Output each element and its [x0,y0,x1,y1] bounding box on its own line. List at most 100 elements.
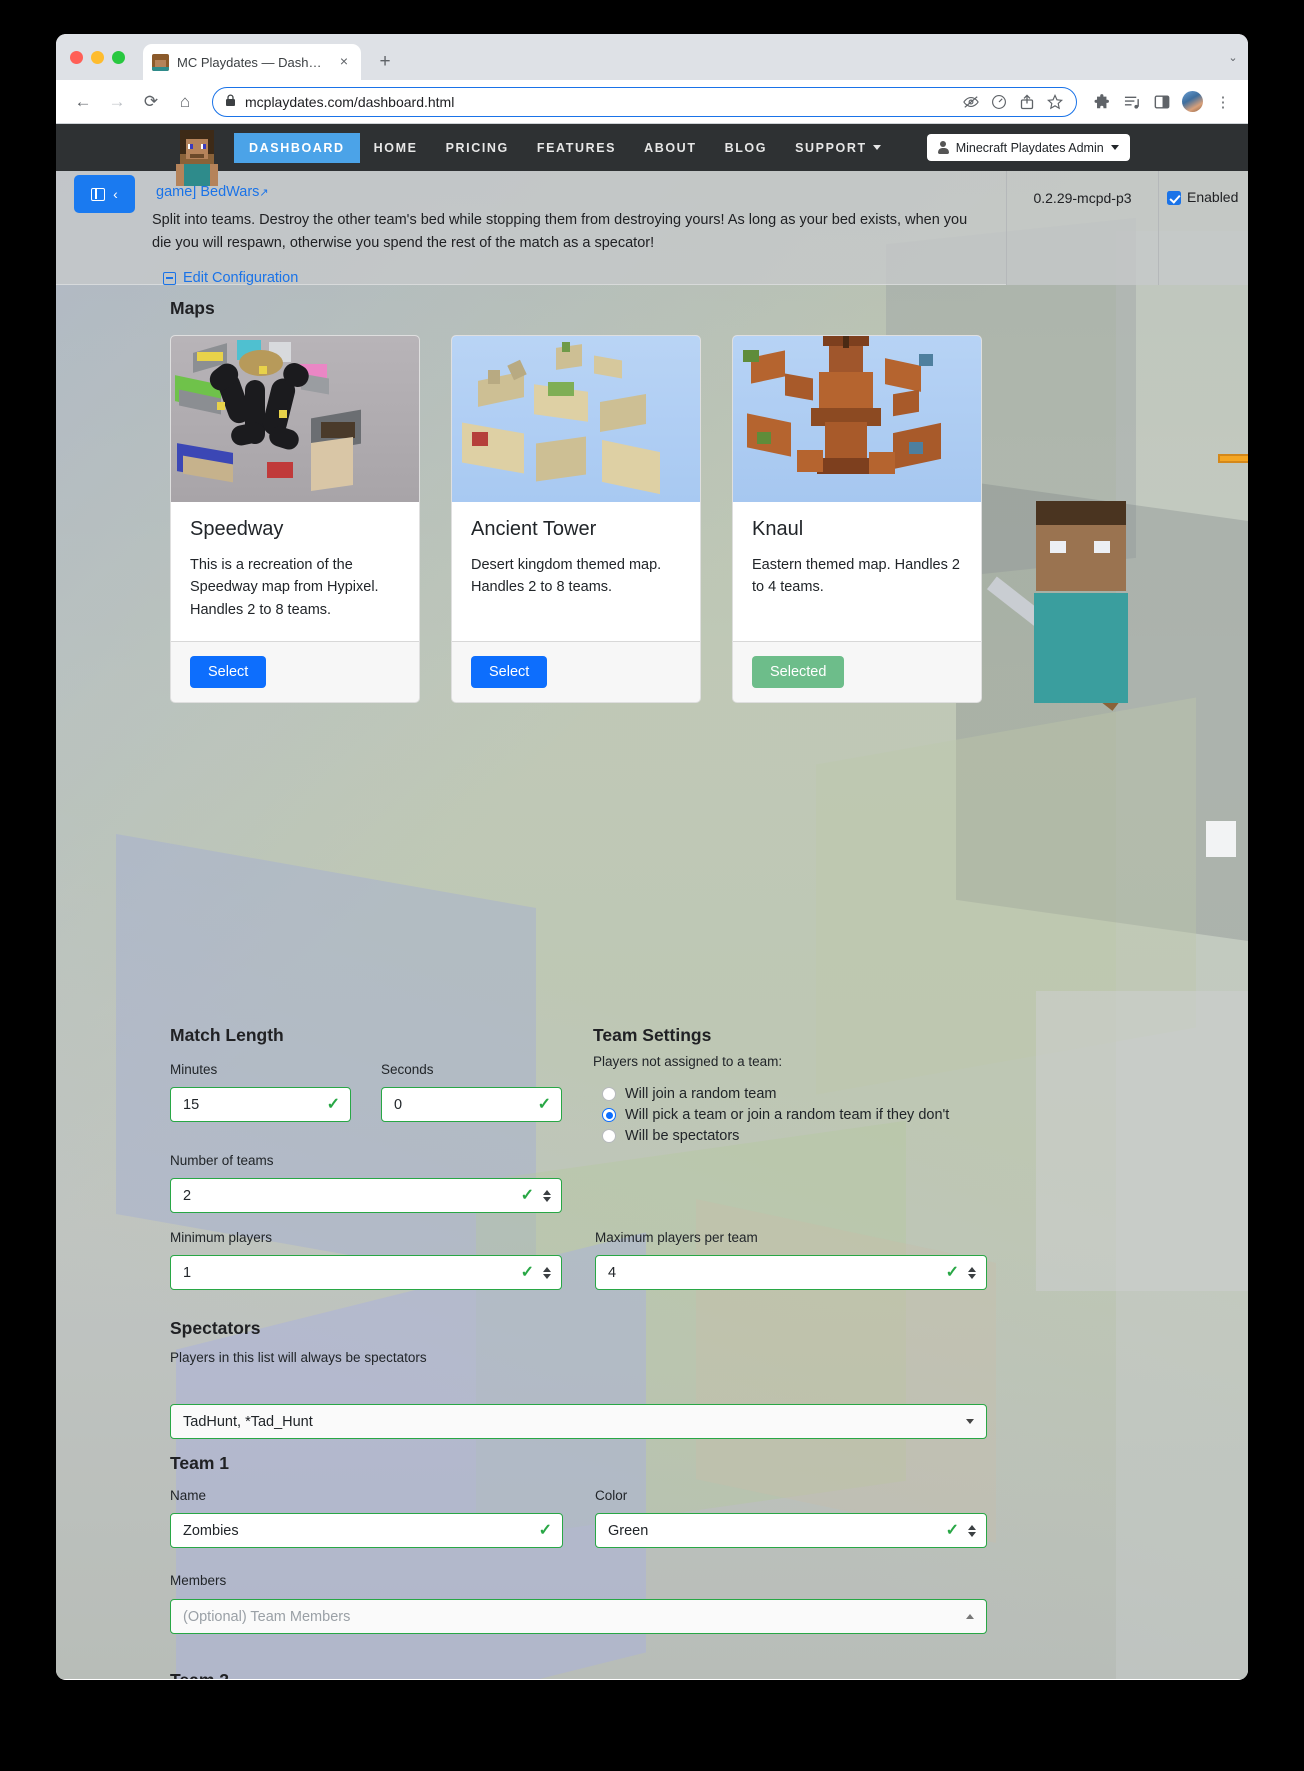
map-thumbnail-knaul [733,336,981,502]
select-map-button-ancient-tower[interactable]: Select [471,656,548,689]
radio-icon [602,1129,616,1143]
map-name: Knaul [752,518,804,540]
star-icon[interactable] [1045,92,1064,111]
stepper-arrows-icon[interactable] [543,1189,551,1202]
nav-item-home[interactable]: HOME [360,134,432,162]
team-1-name-input[interactable]: Zombies ✓ [170,1513,563,1548]
side-panel-icon[interactable] [1149,87,1175,117]
eye-slash-icon[interactable] [961,92,980,111]
tab-strip: MC Playdates — Dashboard × + ⌄ [56,34,1248,80]
chevron-down-icon [872,145,881,150]
nav-item-blog[interactable]: BLOG [711,134,782,162]
user-menu-label: Minecraft Playdates Admin [955,140,1104,155]
nav-item-dashboard[interactable]: DASHBOARD [234,132,360,163]
map-description: This is a recreation of the Speedway map… [190,557,379,618]
seconds-input[interactable]: 0 ✓ [381,1087,562,1122]
number-of-teams-value: 2 [183,1187,192,1204]
maximum-players-stepper[interactable]: 4 ✓ [595,1255,987,1290]
enabled-label: Enabled [1187,189,1239,205]
page-viewport: DASHBOARD HOME PRICING FEATURES ABOUT BL… [56,124,1248,1679]
stepper-arrows-icon[interactable] [968,1266,976,1279]
radio-label: Will join a random team [625,1086,777,1102]
seconds-label: Seconds [381,1062,434,1077]
nav-item-features[interactable]: FEATURES [523,134,630,162]
puzzle-icon[interactable] [1089,87,1115,117]
close-tab-icon[interactable]: × [336,54,352,70]
spectators-hint: Players in this list will always be spec… [170,1350,427,1365]
map-card-ancient-tower[interactable]: Ancient Tower Desert kingdom themed map.… [451,335,701,704]
edit-configuration-link[interactable]: Edit Configuration [163,270,298,286]
seconds-value: 0 [394,1096,403,1113]
window-controls [70,34,143,80]
radio-option-pick-or-random[interactable]: Will pick a team or join a random team i… [602,1107,949,1123]
user-menu-button[interactable]: Minecraft Playdates Admin [926,134,1130,161]
maps-card-row: Speedway This is a recreation of the Spe… [170,335,982,704]
nav-item-about[interactable]: ABOUT [630,134,710,162]
minutes-value: 15 [183,1096,200,1113]
minimum-players-stepper[interactable]: 1 ✓ [170,1255,562,1290]
radio-option-random-team[interactable]: Will join a random team [602,1086,777,1102]
map-footer: Select [171,641,419,702]
speedometer-icon[interactable] [989,92,1008,111]
maximum-players-label: Maximum players per team [595,1230,758,1245]
nav-links: DASHBOARD HOME PRICING FEATURES ABOUT BL… [234,132,895,163]
edit-configuration-label: Edit Configuration [183,270,299,286]
maximize-window-button[interactable] [112,50,125,64]
team-1-members-select[interactable]: (Optional) Team Members [170,1599,987,1634]
minimize-window-button[interactable] [91,50,104,64]
radio-option-spectators[interactable]: Will be spectators [602,1128,739,1144]
minutes-input[interactable]: 15 ✓ [170,1087,351,1122]
radio-icon [602,1087,616,1101]
chevron-down-icon[interactable]: ⌄ [1218,34,1248,80]
team-2-title: Team 2 [170,1670,229,1679]
selected-map-button-knaul[interactable]: Selected [752,656,845,689]
valid-check-icon: ✓ [520,1186,534,1204]
browser-tab[interactable]: MC Playdates — Dashboard × [143,44,361,80]
new-tab-button[interactable]: + [371,48,399,76]
nav-item-support[interactable]: SUPPORT [781,134,895,162]
browser-menu-icon[interactable]: ⋮ [1210,87,1236,117]
back-button[interactable]: ← [68,87,98,117]
map-description: Desert kingdom themed map. Handles 2 to … [471,557,662,596]
nav-item-pricing[interactable]: PRICING [432,134,523,162]
stepper-arrows-icon[interactable] [543,1266,551,1279]
close-window-button[interactable] [70,50,83,64]
chevron-down-icon [1110,145,1119,150]
valid-check-icon: ✓ [945,1263,959,1281]
orange-marker [1218,454,1248,463]
game-description: Split into teams. Destroy the other team… [152,212,968,252]
spectators-select[interactable]: TadHunt, *Tad_Hunt [170,1404,987,1439]
team-1-color-select[interactable]: Green ✓ [595,1513,987,1548]
white-block-art [1206,821,1236,857]
map-card-knaul[interactable]: Knaul Eastern themed map. Handles 2 to 4… [732,335,982,704]
valid-check-icon: ✓ [537,1095,551,1113]
address-bar[interactable]: mcplaydates.com/dashboard.html [212,86,1077,117]
valid-check-icon: ✓ [520,1263,534,1281]
valid-check-icon: ✓ [538,1521,552,1539]
site-navbar: DASHBOARD HOME PRICING FEATURES ABOUT BL… [56,124,1248,186]
number-of-teams-stepper[interactable]: 2 ✓ [170,1178,562,1213]
radio-label: Will pick a team or join a random team i… [625,1107,950,1123]
profile-avatar[interactable] [1182,91,1203,112]
home-button[interactable]: ⌂ [170,87,200,117]
minecraft-steve-logo-icon [174,130,220,186]
forward-button[interactable]: → [102,87,132,117]
maximum-players-value: 4 [608,1264,617,1281]
enabled-band: Enabled [1158,171,1248,285]
browser-window: MC Playdates — Dashboard × + ⌄ ← → ⟳ ⌂ m… [56,34,1248,1680]
stepper-arrows-icon[interactable] [968,1524,976,1537]
map-thumbnail-ancient-tower [452,336,700,502]
minimum-players-label: Minimum players [170,1230,273,1245]
enabled-checkbox[interactable] [1167,191,1181,205]
version-label: 0.2.29-mcpd-p3 [1033,190,1132,206]
tab-title: MC Playdates — Dashboard [177,54,328,70]
map-card-speedway[interactable]: Speedway This is a recreation of the Spe… [170,335,420,704]
sidebar-toggle-button[interactable]: ‹ [74,175,135,213]
reload-button[interactable]: ⟳ [136,87,166,117]
select-map-button-speedway[interactable]: Select [190,656,267,689]
game-link[interactable]: game] BedWars↗ [156,184,269,200]
game-link-label: game] BedWars [156,184,260,200]
nav-support-label: SUPPORT [795,140,867,155]
reading-list-icon[interactable] [1119,87,1145,117]
share-icon[interactable] [1017,92,1036,111]
